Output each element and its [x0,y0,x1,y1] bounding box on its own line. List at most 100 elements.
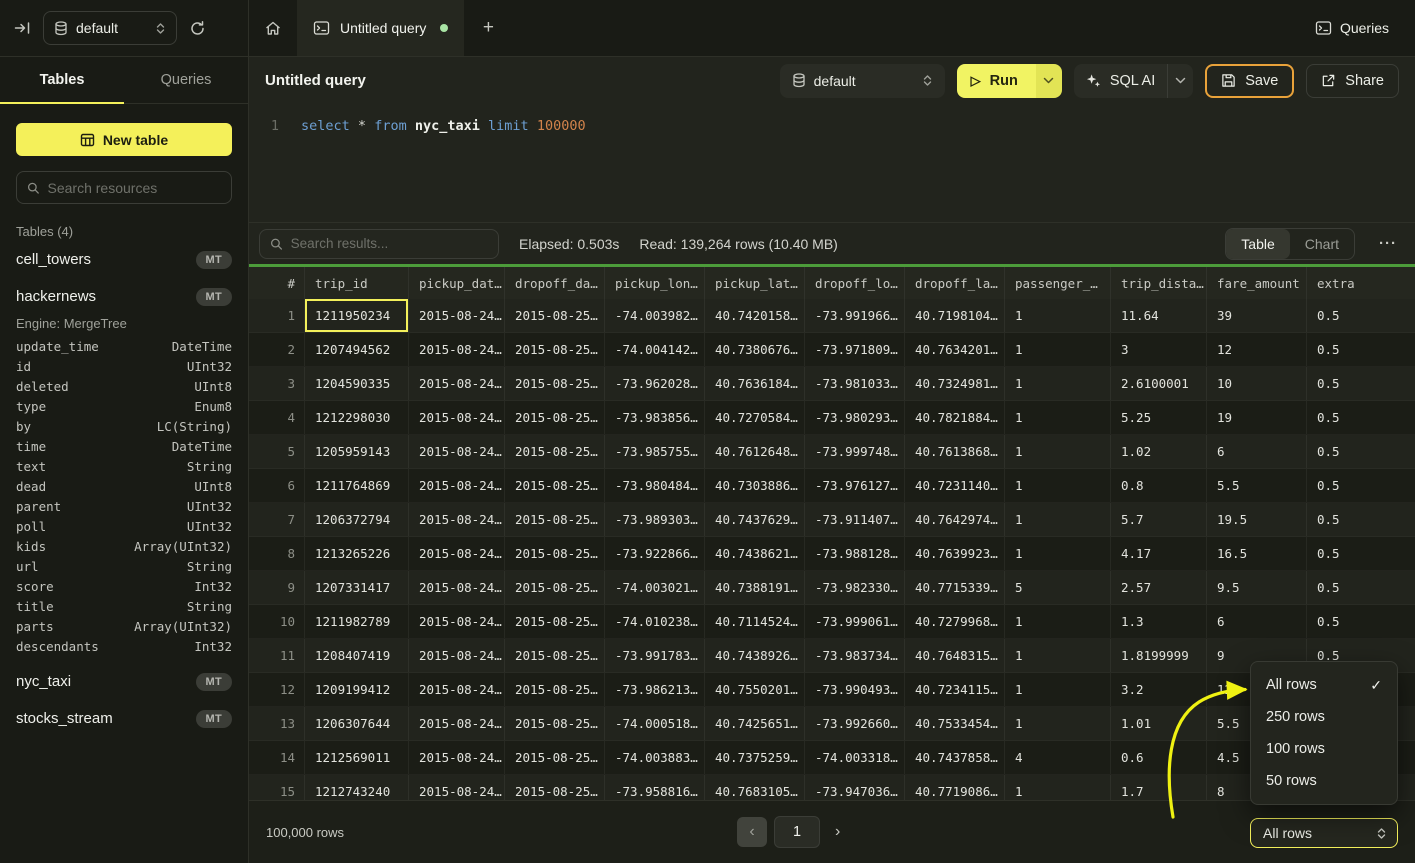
table-cell[interactable]: 2015-08-24… [409,741,505,774]
table-cell[interactable]: -73.976127… [805,469,905,502]
sidebar-item-nyc-taxi[interactable]: nyc_taxi MT [16,665,232,698]
table-cell[interactable]: 3 [1111,333,1207,366]
column-header[interactable]: dropoff_lo… [805,267,905,299]
sql-ai-options-button[interactable] [1167,64,1193,98]
table-cell[interactable]: 40.7613868… [905,435,1005,468]
table-cell[interactable]: 1.7 [1111,775,1207,800]
column-header[interactable]: pickup_lat… [705,267,805,299]
table-cell[interactable]: -73.981033… [805,367,905,400]
table-cell[interactable]: 10 [1207,367,1307,400]
table-cell[interactable]: 2015-08-24… [409,401,505,434]
table-cell[interactable]: 9.5 [1207,571,1307,604]
refresh-icon[interactable] [189,20,206,37]
table-cell[interactable]: 40.7438621… [705,537,805,570]
table-cell[interactable]: -73.911407… [805,503,905,536]
table-cell[interactable]: -74.003883… [605,741,705,774]
table-cell[interactable]: 40.7437629… [705,503,805,536]
table-cell[interactable]: 40.7425651… [705,707,805,740]
table-cell[interactable]: 1.01 [1111,707,1207,740]
table-cell[interactable]: -74.000518… [605,707,705,740]
column-header[interactable]: extra [1307,267,1415,299]
table-row[interactable]: 912073314172015-08-24…2015-08-25…-74.003… [249,571,1415,605]
table-row[interactable]: 1112084074192015-08-24…2015-08-25…-73.99… [249,639,1415,673]
table-cell[interactable]: 2015-08-24… [409,639,505,672]
table-cell[interactable]: 2015-08-24… [409,707,505,740]
table-cell[interactable]: 1 [1005,401,1111,434]
table-cell[interactable]: 1211982789 [305,605,409,638]
table-row[interactable]: 1512127432402015-08-24…2015-08-25…-73.95… [249,775,1415,800]
table-cell[interactable]: 1212743240 [305,775,409,800]
table-cell[interactable]: 0.5 [1307,435,1415,468]
table-row[interactable]: 1012119827892015-08-24…2015-08-25…-74.01… [249,605,1415,639]
table-cell[interactable]: 5.25 [1111,401,1207,434]
table-cell[interactable]: 1 [1005,775,1111,800]
table-cell[interactable]: 5.5 [1207,469,1307,502]
table-cell[interactable]: 0.5 [1307,299,1415,332]
table-cell[interactable]: 2015-08-24… [409,537,505,570]
table-cell[interactable]: 1 [1005,435,1111,468]
table-cell[interactable]: -73.971809… [805,333,905,366]
table-cell[interactable]: 1207331417 [305,571,409,604]
table-cell[interactable]: 1212569011 [305,741,409,774]
table-cell[interactable]: 40.7438926… [705,639,805,672]
table-cell[interactable]: 2.57 [1111,571,1207,604]
sidebar-item-hackernews[interactable]: hackernews MT [16,280,232,313]
current-page-button[interactable]: 1 [774,816,820,848]
table-cell[interactable]: 40.7270584… [705,401,805,434]
table-cell[interactable]: 40.7114524… [705,605,805,638]
column-header[interactable]: pickup_lon… [605,267,705,299]
column-header[interactable]: trip_id [305,267,409,299]
table-cell[interactable]: 1 [1005,367,1111,400]
table-cell[interactable]: 0.5 [1307,605,1415,638]
column-header[interactable]: trip_dista… [1111,267,1207,299]
table-cell[interactable]: 1 [1005,537,1111,570]
table-cell[interactable]: 2015-08-25… [505,707,605,740]
share-button[interactable]: Share [1306,64,1399,98]
table-row[interactable]: 512059591432015-08-24…2015-08-25…-73.985… [249,435,1415,469]
column-header[interactable]: dropoff_da… [505,267,605,299]
column-header[interactable]: # [249,267,305,299]
table-cell[interactable]: -74.003318… [805,741,905,774]
table-cell[interactable]: 2015-08-25… [505,639,605,672]
table-cell[interactable]: 40.7231140… [905,469,1005,502]
save-button[interactable]: Save [1205,64,1294,98]
tab-untitled-query[interactable]: Untitled query [297,0,464,56]
table-cell[interactable]: 40.7388191… [705,571,805,604]
sql-editor[interactable]: 1 select * from nyc_taxi limit 100000 [249,104,1415,222]
table-cell[interactable]: 1 [1005,333,1111,366]
table-row[interactable]: 612117648692015-08-24…2015-08-25…-73.980… [249,469,1415,503]
table-cell[interactable]: -73.983734… [805,639,905,672]
table-cell[interactable]: 16.5 [1207,537,1307,570]
table-cell[interactable]: 4 [1005,741,1111,774]
results-search[interactable] [259,229,499,259]
more-options-button[interactable]: ··· [1375,235,1401,252]
table-cell[interactable]: -73.988128… [805,537,905,570]
table-cell[interactable]: 40.7634201… [905,333,1005,366]
table-cell[interactable]: 40.7612648… [705,435,805,468]
table-cell[interactable]: 2015-08-24… [409,673,505,706]
table-cell[interactable]: -73.980293… [805,401,905,434]
table-cell[interactable]: 0.8 [1111,469,1207,502]
table-cell[interactable]: 40.7420158… [705,299,805,332]
table-cell[interactable]: 2015-08-24… [409,367,505,400]
column-header[interactable]: pickup_dat… [409,267,505,299]
table-cell[interactable]: 1204590335 [305,367,409,400]
table-cell[interactable]: 1211764869 [305,469,409,502]
table-cell[interactable]: 40.7380676… [705,333,805,366]
table-cell[interactable]: 11.64 [1111,299,1207,332]
table-cell[interactable]: 40.7533454… [905,707,1005,740]
table-cell[interactable]: 1209199412 [305,673,409,706]
table-cell[interactable]: 0.5 [1307,333,1415,366]
menu-item-all-rows[interactable]: All rows✓ [1251,669,1397,701]
table-cell[interactable]: -73.999061… [805,605,905,638]
table-cell[interactable]: 40.7324981… [905,367,1005,400]
table-cell[interactable]: 2015-08-25… [505,367,605,400]
table-cell[interactable]: 1 [1005,707,1111,740]
next-page-button[interactable]: › [835,823,840,841]
table-cell[interactable]: 19 [1207,401,1307,434]
table-cell[interactable]: 40.7437858… [905,741,1005,774]
new-tab-button[interactable]: + [464,0,512,56]
table-cell[interactable]: 2015-08-24… [409,605,505,638]
table-row[interactable]: 1412125690112015-08-24…2015-08-25…-74.00… [249,741,1415,775]
table-cell[interactable]: 40.7375259… [705,741,805,774]
